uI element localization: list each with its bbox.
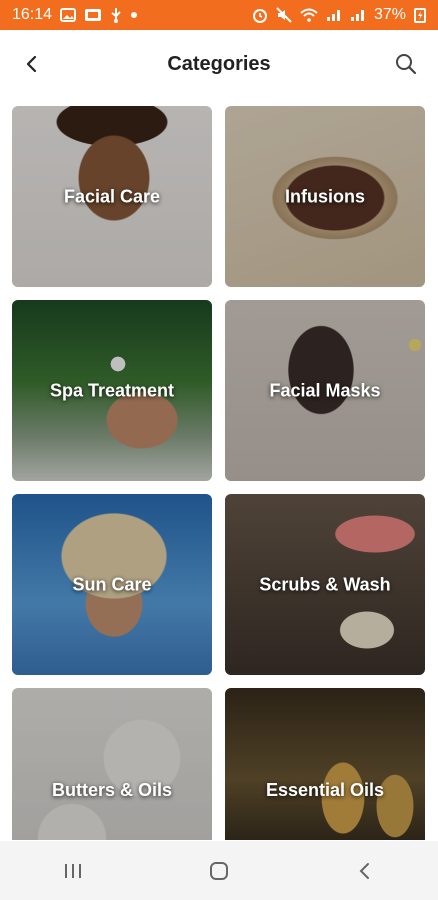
- category-label: Butters & Oils: [51, 780, 173, 800]
- category-card-sun-care[interactable]: Sun Care: [12, 494, 212, 675]
- charging-icon: [414, 6, 426, 24]
- wifi-icon: [300, 6, 318, 24]
- search-icon[interactable]: [392, 50, 420, 78]
- signal-icon: [326, 6, 342, 24]
- page-title: Categories: [167, 52, 271, 75]
- category-label: Infusions: [285, 186, 365, 206]
- category-card-essential-oils[interactable]: Essential Oils: [225, 688, 425, 840]
- category-card-facial-care[interactable]: Facial Care: [12, 106, 212, 287]
- status-left: 16:14: [12, 6, 138, 24]
- recent-apps-icon[interactable]: [43, 851, 103, 891]
- home-icon[interactable]: [189, 851, 249, 891]
- category-label: Essential Oils: [265, 780, 385, 800]
- category-label: Facial Care: [63, 186, 161, 206]
- category-label: Sun Care: [72, 574, 152, 594]
- system-nav-bar: [0, 841, 438, 900]
- image-icon: [60, 6, 77, 24]
- category-card-facial-masks[interactable]: Facial Masks: [225, 300, 425, 481]
- category-label: Scrubs & Wash: [259, 574, 391, 594]
- signal-icon: [350, 6, 366, 24]
- status-bar: 16:14 37%: [0, 0, 438, 30]
- category-label: Spa Treatment: [49, 380, 175, 400]
- category-card-infusions[interactable]: Infusions: [225, 106, 425, 287]
- battery-percent: 37%: [373, 6, 406, 23]
- status-time: 16:14: [12, 6, 53, 23]
- app-bar: Categories: [0, 30, 438, 98]
- mute-icon: [276, 6, 292, 24]
- back-arrow-icon[interactable]: [18, 50, 46, 78]
- back-icon[interactable]: [335, 851, 395, 891]
- category-card-spa-treatment[interactable]: Spa Treatment: [12, 300, 212, 481]
- gallery-icon: [84, 6, 102, 24]
- category-label: Facial Masks: [269, 380, 381, 400]
- usb-icon: [110, 6, 122, 24]
- category-card-butters-oils[interactable]: Butters & Oils: [12, 688, 212, 840]
- category-card-scrubs-wash[interactable]: Scrubs & Wash: [225, 494, 425, 675]
- alarm-icon: [252, 6, 268, 24]
- category-grid: Facial Care Infusions Spa Treatment Faci…: [12, 106, 428, 840]
- status-right: 37%: [252, 6, 426, 24]
- dot-icon: [130, 6, 138, 24]
